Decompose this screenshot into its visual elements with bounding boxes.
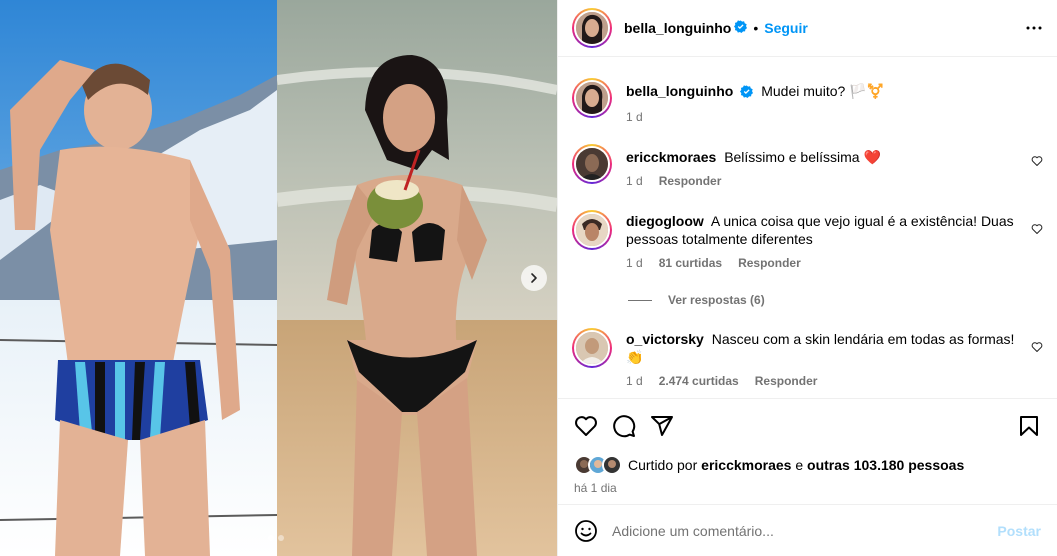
post-photo-before [0,0,277,556]
reply-button[interactable]: Responder [738,256,801,270]
heart-icon [575,416,597,436]
commenter-username[interactable]: ericckmoraes [626,149,716,165]
heart-icon [1031,156,1043,166]
emoji-icon [575,519,597,542]
post-header: bella_longuinho • Seguir [558,0,1057,57]
verified-badge-icon [734,20,748,36]
author-avatar[interactable] [572,8,612,48]
carousel-dot-1 [268,535,274,541]
commenter-avatar[interactable] [572,144,612,184]
heart-icon [1031,224,1043,234]
likes-connector: e [795,457,804,473]
heart-icon [1031,342,1043,352]
comment-like-button[interactable] [1031,222,1043,238]
comment-age[interactable]: 1 d [626,256,643,270]
header-separator: • [753,20,759,36]
view-replies-line [628,299,652,301]
comments-list[interactable]: bella_longuinho Mudei muito? 🏳️⚧️ 1 d er… [558,58,1057,398]
comment-composer: Postar [558,504,1057,556]
carousel-dot-2 [278,535,284,541]
comment-age[interactable]: 1 d [626,374,643,388]
more-options-button[interactable] [1025,19,1043,37]
carousel-indicator [268,535,284,541]
comment-icon [613,415,636,438]
comment-like-button[interactable] [1031,154,1043,170]
commenter-username[interactable]: o_victorsky [626,331,704,347]
post-comment-button[interactable]: Postar [997,523,1041,539]
author-username[interactable]: bella_longuinho [624,20,731,36]
likes-others-count[interactable]: outras 103.180 pessoas [807,457,964,473]
caption-age[interactable]: 1 d [626,110,643,124]
comment-item: diegogloow A unica coisa que vejo igual … [572,210,1043,270]
save-button[interactable] [1017,414,1041,438]
post-dialog: bella_longuinho • Seguir bella_longuinho… [0,0,1057,556]
follow-button[interactable]: Seguir [764,20,808,36]
share-button[interactable] [650,414,674,438]
reply-button[interactable]: Responder [659,174,722,188]
caption-username[interactable]: bella_longuinho [626,83,733,99]
carousel-next-button[interactable] [521,265,547,291]
caption-author-avatar[interactable] [572,78,612,118]
liker-avatars[interactable] [574,455,622,475]
comment-likes-count[interactable]: 2.474 curtidas [659,374,739,388]
comment-age[interactable]: 1 d [626,174,643,188]
comment-input[interactable] [612,522,998,539]
likes-first-user[interactable]: ericckmoraes [701,457,791,473]
likes-summary: Curtido por ericckmoraes e outras 103.18… [574,455,1041,475]
commenter-username[interactable]: diegogloow [626,213,704,229]
comment-likes-count[interactable]: 81 curtidas [659,256,722,270]
commenter-avatar[interactable] [572,328,612,368]
action-bar [574,411,1041,441]
post-sidebar: bella_longuinho • Seguir bella_longuinho… [557,0,1057,556]
reply-button[interactable]: Responder [755,374,818,388]
verified-badge-icon [740,84,754,102]
share-icon [651,416,673,436]
post-media-carousel[interactable] [0,0,557,556]
view-replies-label: Ver respostas (6) [668,293,765,307]
post-timestamp[interactable]: há 1 dia [574,481,1041,495]
comment-item: o_victorsky Nasceu com a skin lendária e… [572,328,1043,388]
chevron-right-icon [531,273,537,283]
comment-like-button[interactable] [1031,340,1043,356]
emoji-picker-button[interactable] [574,519,598,543]
commenter-avatar[interactable] [572,210,612,250]
more-options-icon [1026,26,1042,30]
view-replies-button[interactable]: Ver respostas (6) [628,293,765,307]
comment-text: Belíssimo e belíssima ❤️ [724,149,881,165]
caption-text: Mudei muito? 🏳️⚧️ [761,83,885,99]
comment-item: ericckmoraes Belíssimo e belíssima ❤️ 1 … [572,144,1043,188]
avatar [602,455,622,475]
likes-prefix: Curtido por [628,457,698,473]
comment-button[interactable] [612,414,636,438]
post-actions: Curtido por ericckmoraes e outras 103.18… [558,398,1057,506]
bookmark-icon [1020,416,1038,436]
post-caption: bella_longuinho Mudei muito? 🏳️⚧️ 1 d [572,78,1043,124]
post-photo-after [277,0,557,556]
like-button[interactable] [574,414,598,438]
